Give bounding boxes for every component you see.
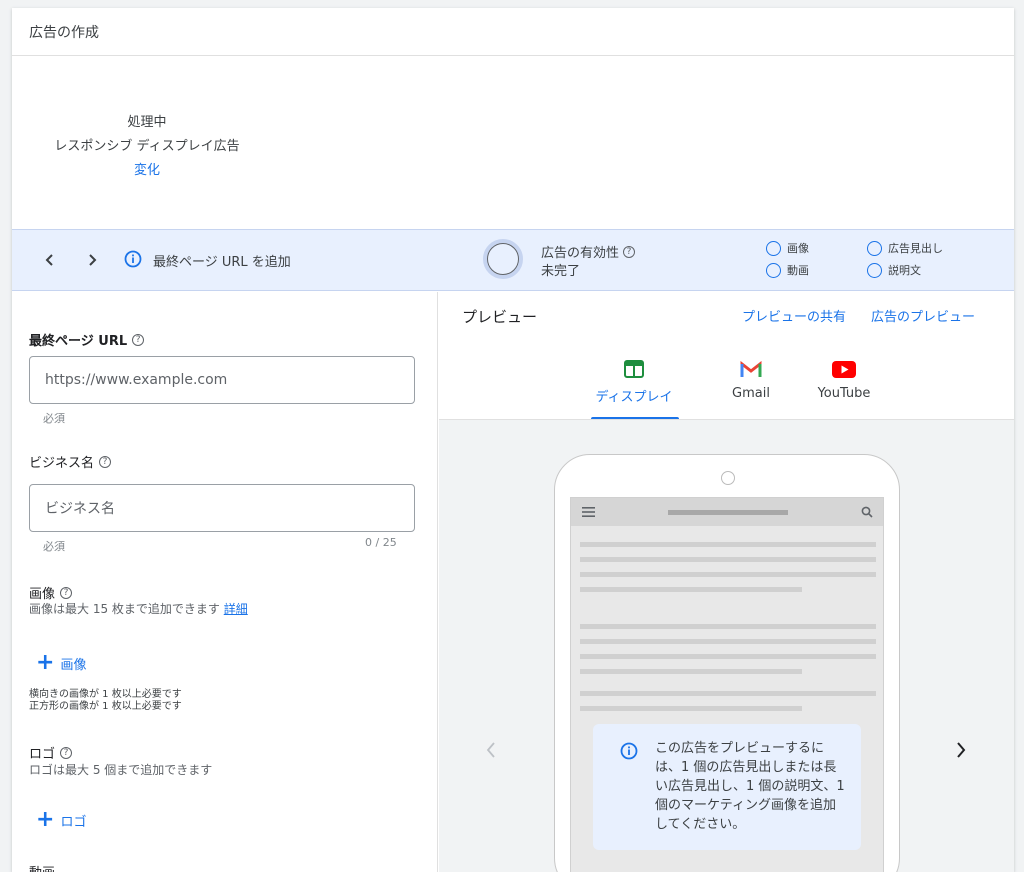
- placeholder-line: [580, 624, 876, 629]
- page-title: 広告の作成: [12, 8, 1014, 56]
- business-name-counter: 0 / 25: [365, 536, 397, 549]
- chevron-right-icon[interactable]: [80, 248, 104, 272]
- phone-screen: この広告をプレビューするには、1 個の広告見出しまたは長い広告見出し、1 個の説…: [570, 497, 884, 872]
- checklist-item-headline: 広告見出し: [867, 240, 943, 256]
- checklist-item-description: 説明文: [867, 262, 921, 278]
- preview-next-arrow[interactable]: [949, 738, 973, 762]
- image-requirement-landscape: 横向きの画像が 1 枚以上必要です: [29, 689, 182, 700]
- logo-label: ロゴ ?: [29, 743, 73, 762]
- plus-icon: +: [36, 807, 55, 832]
- ad-effectiveness-title: 広告の有効性 ?: [541, 242, 636, 261]
- placeholder-line: [580, 639, 876, 644]
- display-icon: [589, 358, 679, 380]
- placeholder-line: [580, 557, 876, 562]
- final-url-required: 必須: [43, 412, 65, 425]
- placeholder-line: [580, 587, 802, 592]
- status-ad-type: レスポンシブ ディスプレイ広告: [54, 139, 240, 154]
- placeholder-line: [580, 654, 876, 659]
- checklist-label: 画像: [787, 242, 809, 255]
- preview-requirement-message: この広告をプレビューするには、1 個の広告見出しまたは長い広告見出し、1 個の説…: [593, 724, 861, 850]
- final-url-input[interactable]: https://www.example.com: [29, 356, 415, 404]
- url-placeholder-bar: [668, 510, 788, 515]
- info-icon: [620, 742, 638, 760]
- ad-strength-bar: 最終ページ URL を追加 広告の有効性 ? 未完了 画像 動画 広告見出し 説…: [12, 229, 1014, 291]
- phone-browser-bar: [571, 498, 883, 526]
- checklist-label: 動画: [787, 264, 809, 277]
- placeholder-line: [580, 542, 876, 547]
- chevron-left-icon[interactable]: [38, 248, 62, 272]
- details-link[interactable]: 詳細: [224, 602, 248, 616]
- gmail-icon: [706, 358, 796, 380]
- business-name-label: ビジネス名 ?: [29, 452, 112, 471]
- placeholder-line: [580, 706, 802, 711]
- images-limit-text: 画像は最大 15 枚まで追加できます 詳細: [29, 602, 248, 616]
- unchecked-circle-icon: [867, 240, 882, 256]
- unchecked-circle-icon: [766, 262, 781, 278]
- placeholder-line: [580, 669, 802, 674]
- final-url-label: 最終ページ URL ?: [29, 330, 145, 349]
- info-icon: [124, 250, 142, 268]
- checklist-label: 説明文: [888, 264, 921, 277]
- tab-gmail[interactable]: Gmail: [706, 358, 796, 401]
- placeholder-line: [580, 572, 876, 577]
- business-name-required: 必須: [43, 540, 65, 553]
- search-icon: [861, 506, 873, 518]
- help-icon[interactable]: ?: [623, 245, 636, 258]
- preview-prev-arrow[interactable]: [479, 738, 503, 762]
- ad-effectiveness-label: 広告の有効性: [541, 246, 620, 261]
- ad-creation-panel: 広告の作成 処理中 レスポンシブ ディスプレイ広告 変化 最終ページ URL を…: [12, 8, 1014, 872]
- change-link[interactable]: 変化: [12, 159, 282, 178]
- phone-mockup: この広告をプレビューするには、1 個の広告見出しまたは長い広告見出し、1 個の説…: [554, 454, 900, 872]
- help-icon[interactable]: ?: [60, 586, 73, 599]
- preview-area: この広告をプレビューするには、1 個の広告見出しまたは長い広告見出し、1 個の説…: [439, 419, 1014, 872]
- ad-strength-ring: [483, 239, 523, 279]
- menu-icon: [582, 507, 595, 517]
- help-icon[interactable]: ?: [132, 333, 145, 346]
- video-label: 動画: [29, 862, 55, 872]
- ad-status: 処理中 レスポンシブ ディスプレイ広告 変化: [12, 57, 282, 227]
- status-processing: 処理中: [127, 115, 167, 130]
- checklist-item-images: 画像: [766, 240, 809, 256]
- add-final-url-prompt[interactable]: 最終ページ URL を追加: [153, 251, 291, 270]
- logo-limit-text: ロゴは最大 5 個まで追加できます: [29, 763, 213, 777]
- plus-icon: +: [36, 650, 55, 675]
- tab-youtube[interactable]: YouTube: [799, 358, 889, 401]
- business-name-input[interactable]: ビジネス名: [29, 484, 415, 532]
- ad-form: 最終ページ URL ? https://www.example.com 必須 ビ…: [12, 292, 438, 872]
- add-logo-button[interactable]: + ロゴ: [36, 807, 86, 832]
- unchecked-circle-icon: [766, 240, 781, 256]
- preview-panel: プレビュー プレビューの共有 広告のプレビュー ディスプレイ Gmail You…: [439, 292, 1014, 872]
- add-image-button[interactable]: + 画像: [36, 650, 86, 675]
- youtube-icon: [799, 358, 889, 380]
- ad-preview-link[interactable]: 広告のプレビュー: [871, 306, 975, 325]
- checklist-label: 広告見出し: [888, 242, 943, 255]
- preview-message-text: この広告をプレビューするには、1 個の広告見出しまたは長い広告見出し、1 個の説…: [655, 741, 845, 832]
- unchecked-circle-icon: [867, 262, 882, 278]
- ad-effectiveness-status: 未完了: [541, 264, 581, 279]
- tab-display[interactable]: ディスプレイ: [589, 358, 679, 405]
- image-requirement-square: 正方形の画像が 1 枚以上必要です: [29, 701, 182, 712]
- placeholder-line: [580, 691, 876, 696]
- phone-camera: [721, 471, 735, 485]
- checklist-item-video: 動画: [766, 262, 809, 278]
- help-icon[interactable]: ?: [99, 455, 112, 468]
- share-preview-link[interactable]: プレビューの共有: [742, 306, 846, 325]
- preview-title: プレビュー: [462, 308, 538, 326]
- help-icon[interactable]: ?: [60, 746, 73, 759]
